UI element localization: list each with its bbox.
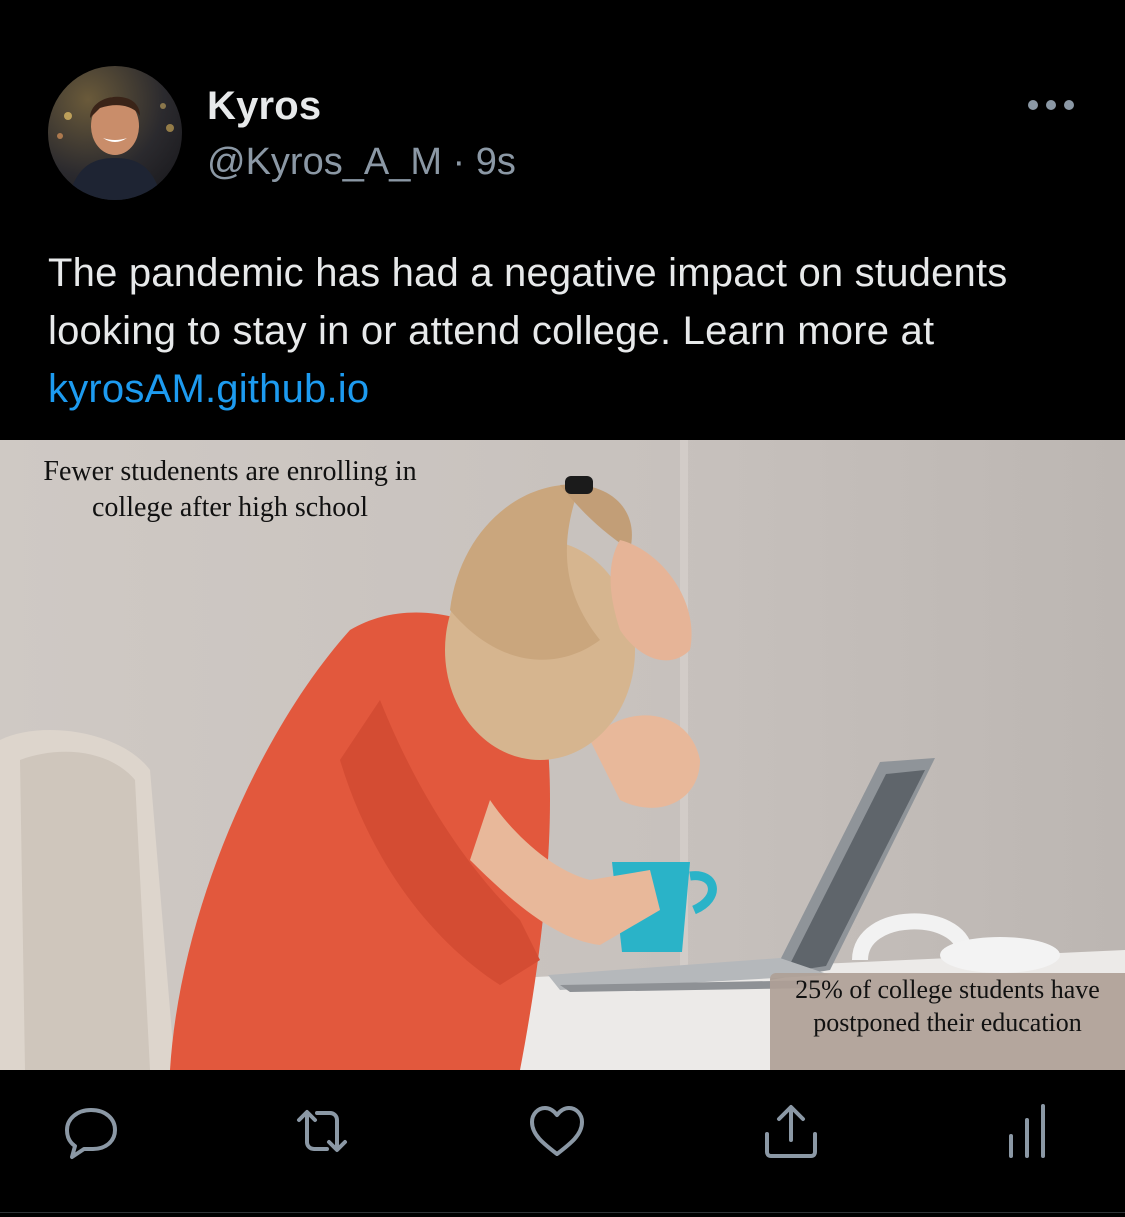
author-meta: @Kyros_A_M · 9s xyxy=(207,141,516,184)
tweet: Kyros @Kyros_A_M · 9s The pandemic has h… xyxy=(0,0,1125,1217)
divider xyxy=(0,1212,1125,1213)
dot xyxy=(1046,100,1056,110)
retweet-icon xyxy=(297,1110,347,1152)
avatar[interactable] xyxy=(48,66,182,200)
meta-separator: · xyxy=(441,141,476,183)
author-name[interactable]: Kyros xyxy=(207,84,321,129)
tweet-link[interactable]: kyrosAM.github.io xyxy=(48,367,369,411)
caption-bottom: 25% of college students have postponed t… xyxy=(770,973,1125,1070)
reply-button[interactable] xyxy=(60,1100,122,1162)
tweet-time[interactable]: 9s xyxy=(476,141,516,183)
author-handle[interactable]: @Kyros_A_M xyxy=(207,141,442,183)
analytics-icon xyxy=(1009,1104,1045,1158)
like-button[interactable] xyxy=(526,1100,588,1162)
dot xyxy=(1028,100,1038,110)
tweet-media[interactable]: Fewer studenents are enrolling in colleg… xyxy=(0,440,1125,1070)
share-button[interactable] xyxy=(760,1100,822,1162)
avatar-image xyxy=(57,96,174,200)
share-icon xyxy=(765,1105,817,1158)
caption-top: Fewer studenents are enrolling in colleg… xyxy=(43,456,417,523)
heart-icon xyxy=(530,1106,584,1156)
analytics-button[interactable] xyxy=(996,1100,1058,1162)
dot xyxy=(1064,100,1074,110)
tweet-text-body: The pandemic has had a negative impact o… xyxy=(48,251,1008,353)
retweet-button[interactable] xyxy=(291,1100,353,1162)
tweet-text: The pandemic has had a negative impact o… xyxy=(48,244,1088,418)
reply-icon xyxy=(65,1108,117,1159)
more-options-icon[interactable] xyxy=(1028,90,1074,120)
